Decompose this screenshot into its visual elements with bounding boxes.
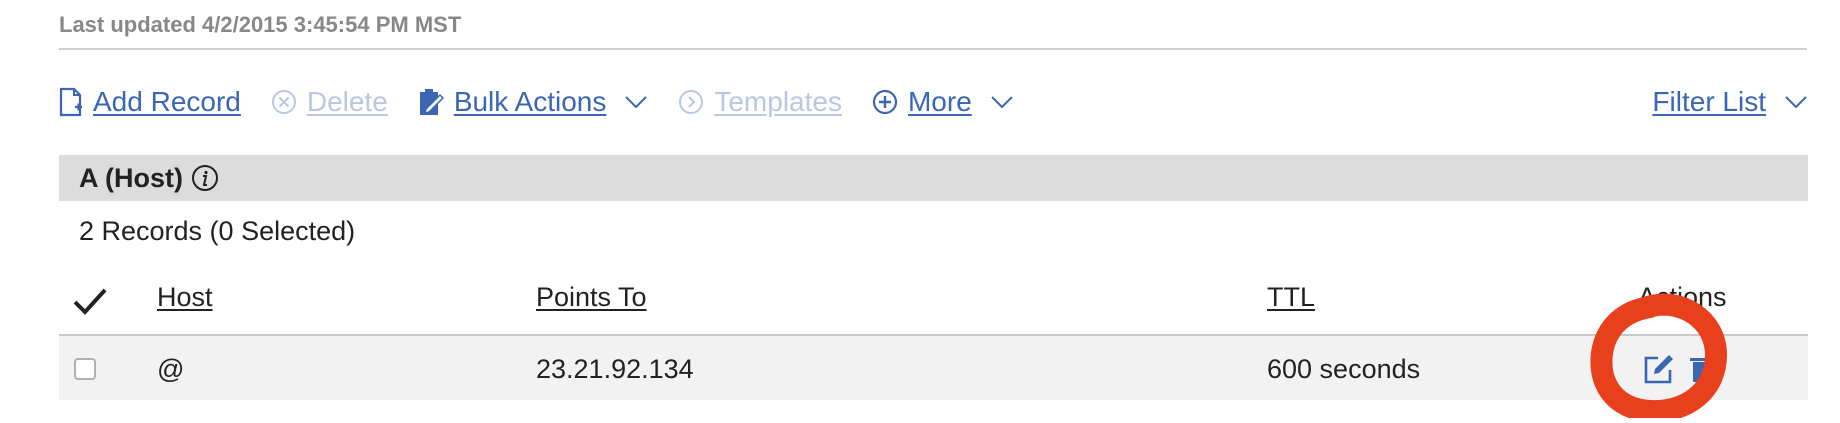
records-toolbar: Add Record Delete Bulk Actions Templates… bbox=[59, 82, 1808, 122]
chevron-down-icon bbox=[1784, 95, 1808, 109]
records-count: 2 Records (0 Selected) bbox=[79, 216, 356, 246]
host-cell: @ bbox=[157, 354, 185, 384]
filter-list-dropdown[interactable]: Filter List bbox=[1652, 86, 1808, 118]
column-header-host[interactable]: Host bbox=[157, 282, 213, 313]
last-updated-text: Last updated 4/2/2015 3:45:54 PM MST bbox=[59, 12, 462, 37]
bulk-actions-icon bbox=[418, 87, 444, 117]
more-label: More bbox=[907, 86, 972, 117]
delete-button[interactable]: Delete bbox=[271, 86, 388, 118]
more-dropdown[interactable]: More bbox=[872, 86, 1014, 118]
bulk-actions-dropdown[interactable]: Bulk Actions bbox=[418, 86, 649, 118]
column-header-ttl[interactable]: TTL bbox=[1267, 282, 1315, 313]
annotation-circle-mark bbox=[1588, 293, 1728, 423]
bulk-actions-label: Bulk Actions bbox=[453, 86, 607, 117]
templates-button[interactable]: Templates bbox=[678, 86, 842, 118]
ttl-cell: 600 seconds bbox=[1267, 354, 1421, 384]
points-to-cell: 23.21.92.134 bbox=[536, 354, 694, 384]
filter-list-label: Filter List bbox=[1652, 86, 1766, 117]
more-icon bbox=[872, 89, 898, 115]
add-record-icon bbox=[59, 87, 83, 117]
column-header-points-to[interactable]: Points To bbox=[536, 282, 647, 313]
delete-icon bbox=[271, 89, 297, 115]
info-icon[interactable] bbox=[191, 164, 219, 192]
templates-label: Templates bbox=[714, 86, 842, 117]
templates-icon bbox=[678, 89, 704, 115]
table-row: @ 23.21.92.134 600 seconds bbox=[59, 336, 1808, 400]
chevron-down-icon bbox=[624, 95, 648, 109]
header-divider bbox=[59, 48, 1807, 50]
row-checkbox[interactable] bbox=[74, 358, 96, 380]
section-header: A (Host) bbox=[59, 155, 1808, 201]
select-all-checkmark-icon[interactable] bbox=[72, 286, 108, 321]
add-record-button[interactable]: Add Record bbox=[59, 86, 241, 118]
add-record-label: Add Record bbox=[93, 86, 241, 117]
delete-label: Delete bbox=[306, 86, 388, 117]
section-title: A (Host) bbox=[79, 162, 183, 193]
chevron-down-icon bbox=[990, 95, 1014, 109]
